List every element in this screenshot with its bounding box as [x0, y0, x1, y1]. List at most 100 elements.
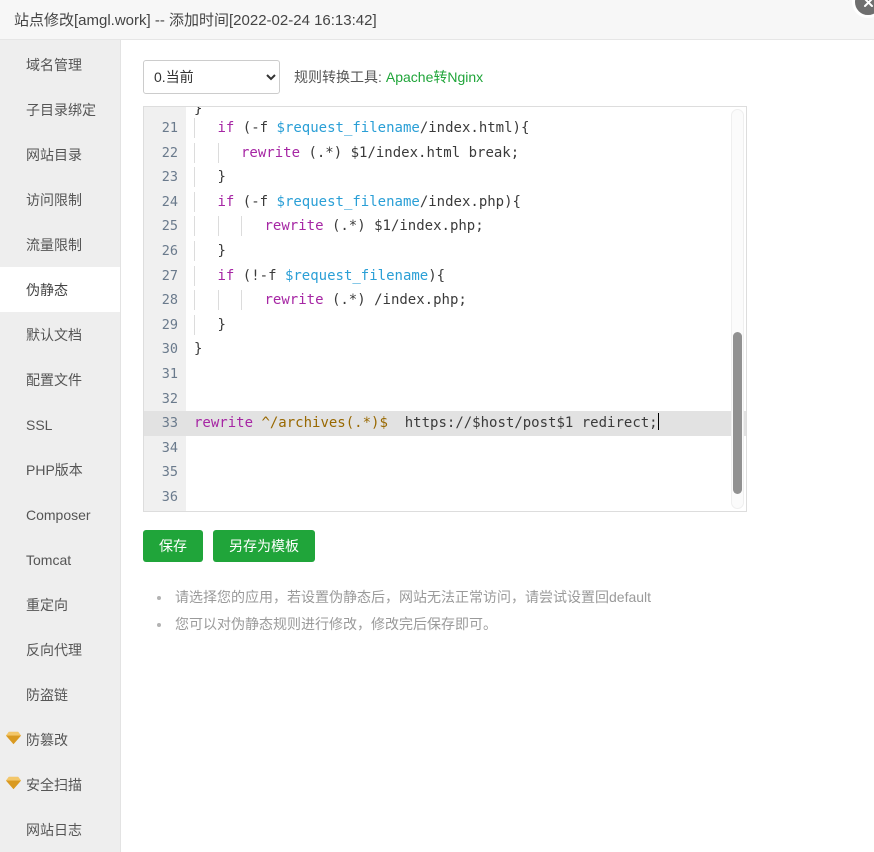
sidebar-item-14[interactable]: 防盗链 — [0, 672, 120, 717]
editor-scrollbar-thumb[interactable] — [733, 332, 742, 494]
sidebar-item-8[interactable]: SSL — [0, 402, 120, 447]
sidebar-item-label: 流量限制 — [26, 236, 82, 253]
sidebar-item-16[interactable]: 安全扫描 — [0, 762, 120, 807]
line-number: 35 — [144, 460, 186, 485]
code-line-28[interactable]: 28 rewrite (.*) /index.php; — [144, 288, 746, 313]
code-line-30[interactable]: 30} — [144, 337, 746, 362]
code-line-35[interactable]: 35 — [144, 460, 746, 485]
sidebar-item-17[interactable]: 网站日志 — [0, 807, 120, 852]
code-line-32[interactable]: 32 — [144, 386, 746, 412]
sidebar-item-label: 配置文件 — [26, 371, 82, 388]
page-title: 站点修改[amgl.work] -- 添加时间[2022-02-24 16:13… — [14, 12, 377, 29]
sidebar-item-7[interactable]: 配置文件 — [0, 357, 120, 402]
rule-preset-select[interactable]: 0.当前 — [143, 60, 280, 94]
sidebar-item-4[interactable]: 流量限制 — [0, 222, 120, 267]
action-buttons: 保存 另存为模板 — [143, 530, 874, 562]
code-line-31[interactable]: 31 — [144, 361, 746, 387]
text-caret — [657, 413, 659, 431]
rewrite-rules-code-editor[interactable]: } 21 if (-f $request_filename/index.html){… — [143, 106, 747, 512]
sidebar-item-9[interactable]: PHP版本 — [0, 447, 120, 492]
line-number: 32 — [144, 386, 186, 412]
apache-to-nginx-link[interactable]: Apache转Nginx — [386, 67, 483, 87]
sidebar-item-15[interactable]: 防篡改 — [0, 717, 120, 762]
line-number: 36 — [144, 484, 186, 510]
sidebar-item-13[interactable]: 反向代理 — [0, 627, 120, 672]
sidebar-item-3[interactable]: 访问限制 — [0, 177, 120, 222]
sidebar-item-label: 反向代理 — [26, 641, 82, 658]
line-source: rewrite (.*) /index.php; — [186, 288, 746, 313]
modal-header: 站点修改[amgl.work] -- 添加时间[2022-02-24 16:13… — [0, 0, 874, 40]
line-source: if (-f $request_filename/index.php){ — [186, 190, 746, 215]
sidebar-item-label: 默认文档 — [26, 326, 82, 343]
editor-vertical-scrollbar[interactable] — [731, 109, 744, 509]
code-line-33[interactable]: 33 rewrite ^/archives(.*)$ https://$host/… — [144, 411, 746, 436]
sidebar-item-1[interactable]: 子目录绑定 — [0, 87, 120, 132]
sidebar-item-2[interactable]: 网站目录 — [0, 132, 120, 177]
main-content: 0.当前 规则转换工具: Apache转Nginx } 21 if (-f $req… — [121, 40, 874, 852]
line-number: 31 — [144, 361, 186, 387]
save-button[interactable]: 保存 — [143, 530, 203, 562]
help-note-1: 您可以对伪静态规则进行修改，修改完后保存即可。 — [155, 611, 874, 638]
line-source — [186, 387, 746, 412]
line-source: if (-f $request_filename/index.html){ — [186, 116, 746, 141]
line-source: } — [186, 313, 746, 338]
code-line-21[interactable]: 21 if (-f $request_filename/index.html){ — [144, 116, 746, 141]
line-source — [186, 362, 746, 387]
code-line-23[interactable]: 23} — [144, 165, 746, 190]
line-source: rewrite (.*) $1/index.php; — [186, 214, 746, 239]
editor-code-area[interactable]: } 21 if (-f $request_filename/index.html){… — [144, 107, 746, 511]
code-line-25[interactable]: 25 rewrite (.*) $1/index.php; — [144, 214, 746, 239]
line-source: } — [186, 165, 746, 190]
line-source: } — [194, 107, 203, 116]
line-number: 23 — [144, 165, 186, 190]
line-source — [186, 485, 746, 510]
sidebar-item-12[interactable]: 重定向 — [0, 582, 120, 627]
code-line-clipped: } — [144, 107, 746, 116]
code-line-26[interactable]: 26} — [144, 238, 746, 264]
line-number: 28 — [144, 288, 186, 313]
sidebar-item-5[interactable]: 伪静态 — [0, 267, 120, 312]
sidebar-item-label: 防篡改 — [26, 731, 68, 748]
sidebar-item-label: 网站日志 — [26, 821, 82, 838]
code-line-27[interactable]: 27 if (!-f $request_filename){ — [144, 263, 746, 289]
code-line-36[interactable]: 36 — [144, 484, 746, 510]
line-number: 22 — [144, 140, 186, 166]
close-icon[interactable] — [852, 0, 874, 18]
save-as-template-button[interactable]: 另存为模板 — [213, 530, 315, 562]
line-number: 29 — [144, 312, 186, 338]
line-source: rewrite ^/archives(.*)$ https://$host/po… — [186, 411, 746, 436]
sidebar: 域名管理子目录绑定网站目录访问限制流量限制伪静态默认文档配置文件 SSL PHP版本… — [0, 40, 121, 852]
code-line-22[interactable]: 22 rewrite (.*) $1/index.html break; — [144, 140, 746, 166]
sidebar-item-label: 伪静态 — [26, 281, 68, 298]
line-source — [186, 460, 746, 485]
convert-tool-label: 规则转换工具: — [294, 69, 382, 85]
line-number: 21 — [144, 116, 186, 141]
sidebar-item-label: 子目录绑定 — [26, 101, 96, 118]
line-number: 27 — [144, 263, 186, 289]
sidebar-item-label: SSL — [26, 416, 53, 433]
sidebar-item-10[interactable]: Composer — [0, 492, 120, 537]
sidebar-item-label: 防盗链 — [26, 686, 68, 703]
line-source: } — [186, 239, 746, 264]
sidebar-item-label: Composer — [26, 506, 91, 523]
code-line-34[interactable]: 34 — [144, 435, 746, 461]
modal-body: 域名管理子目录绑定网站目录访问限制流量限制伪静态默认文档配置文件 SSL PHP版本… — [0, 40, 874, 852]
sidebar-item-label: 访问限制 — [26, 191, 82, 208]
line-number: 30 — [144, 337, 186, 362]
toolbar: 0.当前 规则转换工具: Apache转Nginx — [121, 40, 874, 94]
line-number: 25 — [144, 214, 186, 239]
sidebar-item-label: 重定向 — [26, 596, 68, 613]
line-source: rewrite (.*) $1/index.html break; — [186, 141, 746, 166]
help-notes-list: 请选择您的应用，若设置伪静态后，网站无法正常访问，请尝试设置回default 您可… — [155, 584, 874, 638]
sidebar-item-label: 安全扫描 — [26, 776, 82, 793]
code-line-29[interactable]: 29} — [144, 312, 746, 338]
sidebar-item-11[interactable]: Tomcat — [0, 537, 120, 582]
line-source — [186, 436, 746, 461]
line-number — [144, 107, 186, 116]
line-source: if (!-f $request_filename){ — [186, 264, 746, 289]
sidebar-item-0[interactable]: 域名管理 — [0, 42, 120, 87]
sidebar-item-label: 域名管理 — [26, 56, 82, 73]
code-line-24[interactable]: 24 if (-f $request_filename/index.php){ — [144, 189, 746, 215]
sidebar-item-6[interactable]: 默认文档 — [0, 312, 120, 357]
line-number: 26 — [144, 238, 186, 264]
